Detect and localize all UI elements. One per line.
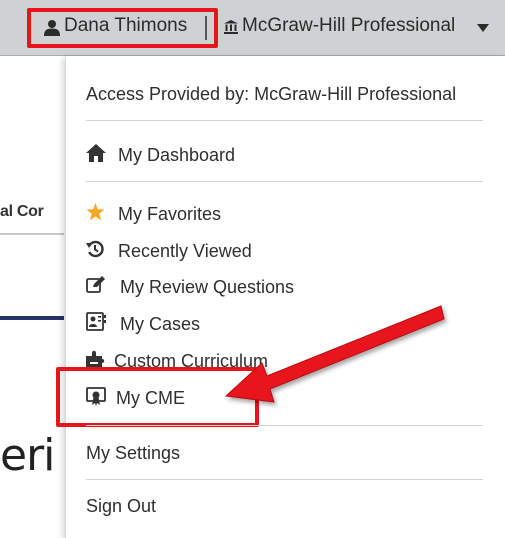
menu-item-my-review-questions[interactable]: My Review Questions	[120, 277, 294, 298]
user-highlight-box	[27, 8, 218, 48]
menu-item-my-favorites[interactable]: My Favorites	[118, 204, 221, 225]
menu-item-my-cases[interactable]: My Cases	[120, 314, 200, 335]
menu-divider	[86, 479, 483, 480]
history-icon	[86, 240, 104, 258]
institution-menu-toggle[interactable]: McGraw-Hill Professional	[242, 15, 455, 37]
case-icon	[86, 312, 106, 331]
background-heading-rule	[0, 316, 64, 320]
home-icon	[86, 144, 106, 162]
menu-divider	[86, 120, 483, 121]
menu-item-my-settings[interactable]: My Settings	[86, 443, 180, 464]
menu-divider	[86, 425, 483, 426]
caret-down-icon[interactable]	[477, 24, 489, 32]
star-icon	[86, 203, 105, 221]
menu-item-my-dashboard[interactable]: My Dashboard	[118, 145, 235, 166]
topbar-divider	[205, 16, 207, 40]
menu-divider	[86, 181, 483, 182]
institution-icon	[224, 20, 238, 34]
edit-icon	[86, 276, 105, 293]
menu-item-recently-viewed[interactable]: Recently Viewed	[118, 241, 252, 262]
cme-highlight-box	[56, 367, 259, 427]
background-heading: eri	[0, 430, 55, 481]
background-tab-underline	[0, 233, 64, 235]
access-provided-text: Access Provided by: McGraw-Hill Professi…	[86, 84, 457, 104]
background-tab-label[interactable]: al Cor	[0, 203, 44, 221]
puzzle-icon	[86, 350, 105, 368]
menu-item-sign-out[interactable]: Sign Out	[86, 496, 156, 517]
